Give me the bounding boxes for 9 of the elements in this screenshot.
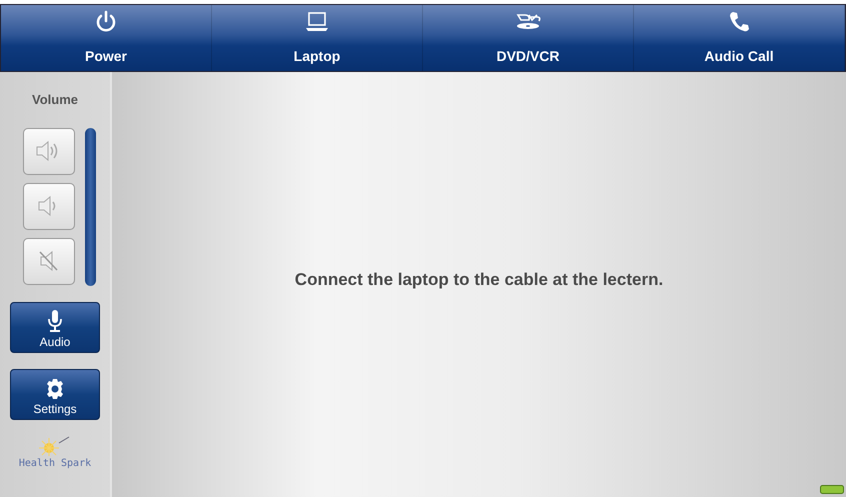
volume-label: Volume [32, 91, 78, 109]
source-tab[interactable]: Power [1, 5, 212, 71]
source-tab[interactable]: Audio Call [634, 5, 845, 71]
instruction-message: Connect the laptop to the cable at the lectern. [294, 268, 664, 291]
logo-text: Health Spark [18, 456, 92, 470]
side-button[interactable]: Audio [10, 302, 100, 352]
side-button[interactable]: Settings [10, 368, 100, 420]
source-tab[interactable]: DVD/VCR [423, 5, 634, 71]
source-tab[interactable]: Laptop [212, 5, 423, 71]
